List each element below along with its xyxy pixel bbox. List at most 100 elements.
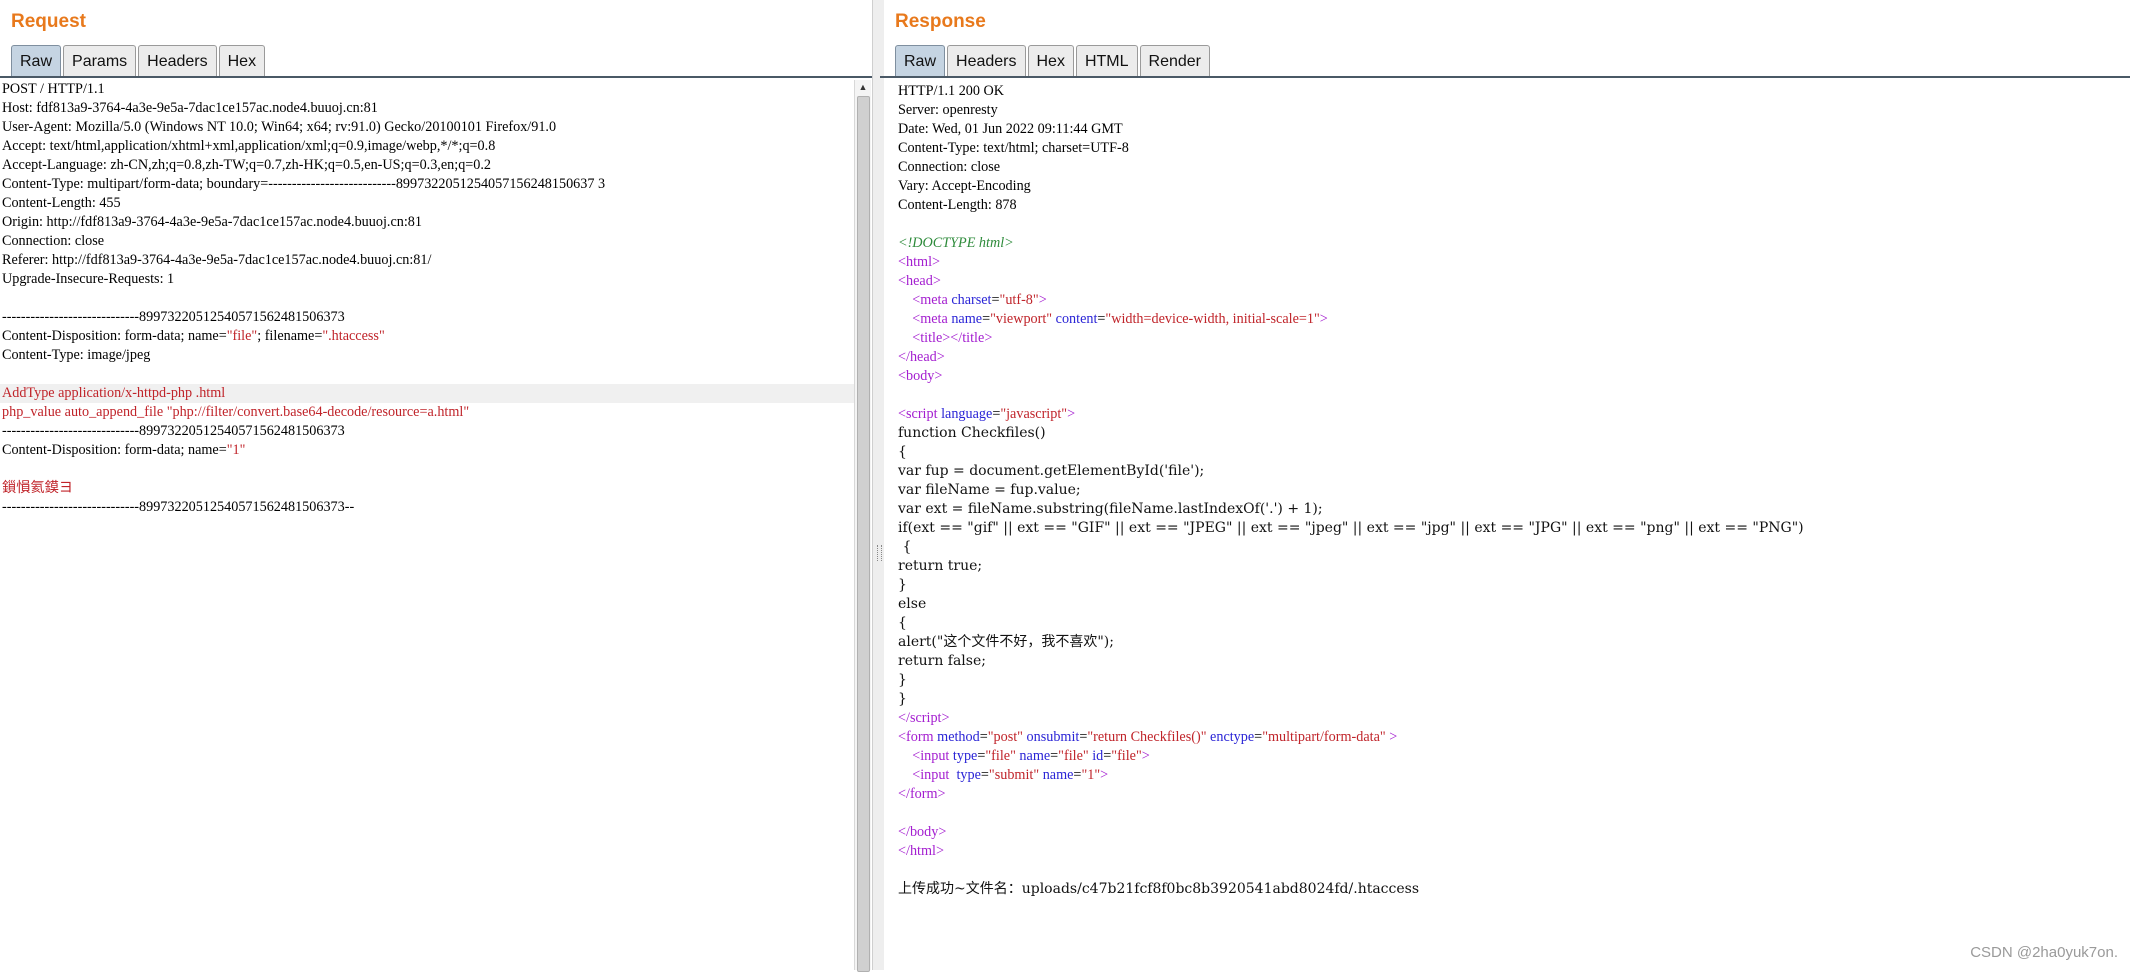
text-token: script (906, 406, 942, 422)
response-line: <meta name="viewport" content="width=dev… (896, 310, 2132, 329)
text-token: User-Agent: Mozilla/5.0 (Windows NT 10.0… (2, 119, 557, 135)
response-line: <head> (896, 272, 2132, 291)
text-token: ></ (942, 330, 963, 346)
request-line (0, 460, 854, 479)
text-token: > (1141, 748, 1150, 764)
request-line: Content-Disposition: form-data; name="fi… (0, 327, 854, 346)
response-line: else (896, 595, 2132, 614)
response-line: </html> (896, 842, 2132, 861)
text-token: Content-Type: multipart/form-data; bound… (2, 176, 606, 192)
request-line: -----------------------------89973220512… (0, 498, 854, 517)
text-token: = (979, 729, 988, 745)
text-token: > (984, 330, 993, 346)
response-line (896, 804, 2132, 823)
scroll-up-icon[interactable]: ▲ (855, 80, 871, 94)
text-token: enctype (1210, 729, 1255, 745)
text-token: <!DOCTYPE html> (898, 235, 1014, 251)
request-tab-hex[interactable]: Hex (218, 45, 266, 77)
drag-handle-icon[interactable] (877, 545, 882, 561)
text-token: var fileName = fup.value; (898, 482, 1081, 498)
response-tab-html[interactable]: HTML (1075, 45, 1138, 77)
request-line: Upgrade-Insecure-Requests: 1 (0, 270, 854, 289)
request-line: POST / HTTP/1.1 (0, 80, 854, 99)
text-token: form (909, 786, 938, 802)
response-line: <!DOCTYPE html> (896, 234, 2132, 253)
text-token: 上传成功~文件名：uploads/c47b21fcf8f0bc8b3920541… (898, 881, 1420, 897)
request-line (0, 289, 854, 308)
text-token: php_value auto_append_file (2, 404, 167, 420)
text-token: alert("这个文件不好，我不喜欢"); (898, 634, 1114, 650)
request-line: Content-Disposition: form-data; name="1" (0, 441, 854, 460)
response-tab-render[interactable]: Render (1139, 45, 1210, 77)
response-line: } (896, 576, 2132, 595)
response-line: var fup = document.getElementById('file'… (896, 462, 2132, 481)
text-token: id (1092, 748, 1104, 764)
response-line: Content-Length: 878 (896, 196, 2132, 215)
response-line: return false; (896, 652, 2132, 671)
request-tab-params[interactable]: Params (63, 45, 137, 77)
response-raw-editor[interactable]: HTTP/1.1 200 OK Server: openresty Date: We… (896, 82, 2132, 970)
response-pane: Response Raw Headers Hex HTML Render HTT… (880, 0, 2132, 970)
text-token: -----------------------------89973220512… (2, 309, 345, 325)
response-line: </form> (896, 785, 2132, 804)
request-line: Origin: http://fdf813a9-3764-4a3e-9e5a-7… (0, 213, 854, 232)
response-line: function Checkfiles() (896, 424, 2132, 443)
text-token: > (1385, 729, 1398, 745)
text-token: "submit" (988, 767, 1040, 783)
text-token: language (941, 406, 993, 422)
text-token: < (898, 767, 921, 783)
request-tab-headers[interactable]: Headers (138, 45, 217, 77)
text-token: head (909, 349, 937, 365)
response-tab-hex[interactable]: Hex (1027, 45, 1074, 77)
text-token: < (898, 729, 907, 745)
request-line: Content-Length: 455 (0, 194, 854, 213)
request-line: Accept-Language: zh-CN,zh;q=0.8,zh-TW;q=… (0, 156, 854, 175)
request-tab-raw[interactable]: Raw (11, 45, 62, 77)
text-token: html (906, 254, 933, 270)
response-line: return true; (896, 557, 2132, 576)
text-token: HTTP/1.1 200 OK (898, 83, 1005, 99)
text-token: Accept: text/html,application/xhtml+xml,… (2, 138, 496, 154)
text-token: Origin: http://fdf813a9-3764-4a3e-9e5a-7… (2, 214, 422, 230)
text-token: ".htaccess" (322, 328, 385, 344)
text-token: name (951, 311, 983, 327)
text-token: -----------------------------89973220512… (2, 423, 345, 439)
text-token: name (1042, 767, 1074, 783)
request-title: Request (11, 11, 86, 32)
request-tabs: Raw Params Headers Hex (11, 45, 267, 77)
response-line: if(ext == "gif" || ext == "GIF" || ext =… (896, 519, 2132, 538)
text-token: body (909, 824, 939, 840)
text-token: Date: Wed, 01 Jun 2022 09:11:44 GMT (898, 121, 1123, 137)
response-tab-headers[interactable]: Headers (947, 45, 1026, 77)
response-line: { (896, 614, 2132, 633)
text-token: < (898, 254, 907, 270)
scrollbar-thumb[interactable] (857, 96, 870, 972)
response-line: { (896, 538, 2132, 557)
text-token: > (1067, 406, 1076, 422)
text-token: > (941, 710, 950, 726)
response-tab-raw[interactable]: Raw (895, 45, 946, 77)
text-token: type (952, 748, 978, 764)
text-token: return false; (898, 653, 986, 669)
response-line: <meta charset="utf-8"> (896, 291, 2132, 310)
request-raw-editor[interactable]: POST / HTTP/1.1 Host: fdf813a9-3764-4a3e-… (0, 80, 854, 970)
text-token: Accept-Language: zh-CN,zh;q=0.8,zh-TW;q=… (2, 157, 492, 173)
request-line: Accept: text/html,application/xhtml+xml,… (0, 137, 854, 156)
text-token: > (938, 824, 947, 840)
text-token: < (898, 368, 907, 384)
text-token: > (936, 349, 945, 365)
text-token: type (956, 767, 981, 783)
text-token: POST / HTTP/1.1 (2, 81, 105, 97)
request-scrollbar[interactable]: ▲ (854, 80, 871, 972)
text-token: "1" (1081, 767, 1101, 783)
response-line: <form method="post" onsubmit="return Che… (896, 728, 2132, 747)
response-line: { (896, 443, 2132, 462)
text-token: content (1055, 311, 1098, 327)
response-line: <html> (896, 253, 2132, 272)
request-line: User-Agent: Mozilla/5.0 (Windows NT 10.0… (0, 118, 854, 137)
text-token: } (898, 672, 907, 688)
text-token: "width=device-width, initial-scale=1" (1105, 311, 1320, 327)
text-token: "1" (226, 442, 246, 458)
request-line: Connection: close (0, 232, 854, 251)
response-line: Date: Wed, 01 Jun 2022 09:11:44 GMT (896, 120, 2132, 139)
